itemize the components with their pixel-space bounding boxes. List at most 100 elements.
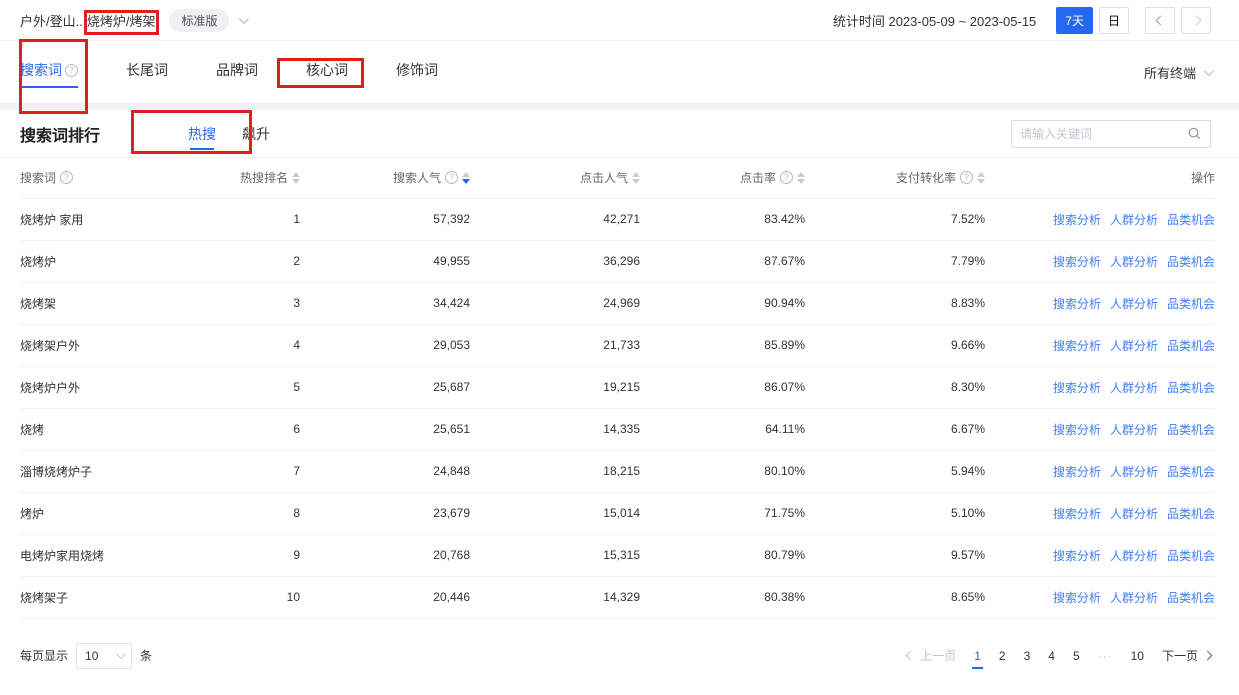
tab-长尾词[interactable]: 长尾词	[126, 42, 168, 102]
page-size-select[interactable]: 10	[76, 643, 132, 669]
next-period-button[interactable]	[1181, 7, 1211, 34]
cell-ctr: 83.42%	[640, 198, 805, 240]
cell-ctr: 87.67%	[640, 240, 805, 282]
subtab-飙升[interactable]: 飙升	[242, 112, 270, 156]
prev-page-label: 上一页	[920, 647, 956, 664]
action-link[interactable]: 品类机会	[1167, 423, 1215, 437]
chevron-down-icon[interactable]	[239, 14, 249, 24]
action-link[interactable]: 品类机会	[1167, 507, 1215, 521]
word-type-tabbar: 搜索词 长尾词 品牌词 核心词 修饰词 所有终端	[0, 41, 1239, 104]
action-link[interactable]: 人群分析	[1110, 465, 1158, 479]
action-link[interactable]: 搜索分析	[1053, 297, 1101, 311]
action-link[interactable]: 搜索分析	[1053, 507, 1101, 521]
action-link[interactable]: 品类机会	[1167, 591, 1215, 605]
help-icon	[65, 64, 78, 77]
page-number[interactable]: 2	[999, 649, 1006, 663]
tab-修饰词[interactable]: 修饰词	[396, 42, 438, 102]
cell-rank: 3	[205, 282, 300, 324]
action-link[interactable]: 搜索分析	[1053, 591, 1101, 605]
search-icon[interactable]	[1187, 126, 1202, 141]
section-header: 搜索词排行 热搜飙升	[0, 110, 1239, 158]
action-link[interactable]: 人群分析	[1110, 549, 1158, 563]
action-link[interactable]: 品类机会	[1167, 297, 1215, 311]
sort-icon[interactable]	[797, 172, 805, 184]
page-number[interactable]: 3	[1024, 649, 1031, 663]
cell-rank: 10	[205, 576, 300, 618]
action-link[interactable]: 品类机会	[1167, 549, 1215, 563]
subtab-热搜[interactable]: 热搜	[188, 112, 216, 156]
action-link[interactable]: 搜索分析	[1053, 339, 1101, 353]
page-number[interactable]: 4	[1048, 649, 1055, 663]
cell-cvr: 9.57%	[805, 534, 985, 576]
keyword-search-input[interactable]	[1020, 127, 1187, 141]
breadcrumb-prefix[interactable]: 户外/登山..	[20, 11, 83, 30]
breadcrumb: 户外/登山.. 烧烤炉/烤架	[20, 9, 159, 32]
action-link[interactable]: 人群分析	[1110, 423, 1158, 437]
cell-rank: 2	[205, 240, 300, 282]
action-link[interactable]: 品类机会	[1167, 381, 1215, 395]
table-row: 淄博烧烤炉子724,84818,21580.10%5.94%搜索分析人群分析品类…	[20, 450, 1215, 492]
sort-desc-caret	[797, 179, 805, 184]
table-row: 烧烤架子1020,44614,32980.38%8.65%搜索分析人群分析品类机…	[20, 576, 1215, 618]
action-link[interactable]: 搜索分析	[1053, 381, 1101, 395]
prev-page-button[interactable]: 上一页	[907, 647, 956, 664]
sort-asc-caret	[462, 172, 470, 177]
action-link[interactable]: 搜索分析	[1053, 465, 1101, 479]
keyword-search-box	[1011, 120, 1211, 148]
action-link[interactable]: 品类机会	[1167, 213, 1215, 227]
terminal-filter[interactable]: 所有终端	[1144, 63, 1211, 82]
cell-keyword: 烤炉	[20, 492, 205, 534]
action-link[interactable]: 人群分析	[1110, 591, 1158, 605]
action-link[interactable]: 人群分析	[1110, 381, 1158, 395]
cell-click_pop: 21,733	[470, 324, 640, 366]
sort-icon[interactable]	[292, 172, 300, 184]
next-page-button[interactable]: 下一页	[1162, 647, 1211, 664]
cell-click_pop: 36,296	[470, 240, 640, 282]
action-link[interactable]: 搜索分析	[1053, 423, 1101, 437]
sort-desc-caret	[632, 179, 640, 184]
range-day-button[interactable]: 日	[1099, 7, 1129, 34]
next-page-label: 下一页	[1162, 647, 1198, 664]
breadcrumb-category[interactable]: 烧烤炉/烤架	[83, 9, 160, 32]
action-link[interactable]: 品类机会	[1167, 339, 1215, 353]
cell-search_pop: 20,768	[300, 534, 470, 576]
cell-rank: 5	[205, 366, 300, 408]
action-link[interactable]: 搜索分析	[1053, 255, 1101, 269]
page-number[interactable]: 1	[974, 649, 981, 663]
tab-核心词[interactable]: 核心词	[306, 42, 348, 102]
table-row: 烧烤炉户外525,68719,21586.07%8.30%搜索分析人群分析品类机…	[20, 366, 1215, 408]
tab-label: 长尾词	[126, 60, 168, 80]
action-link[interactable]: 人群分析	[1110, 213, 1158, 227]
sort-icon[interactable]	[462, 172, 470, 184]
action-link[interactable]: 人群分析	[1110, 255, 1158, 269]
cell-keyword: 淄博烧烤炉子	[20, 450, 205, 492]
cell-cvr: 5.10%	[805, 492, 985, 534]
page-number[interactable]: 5	[1073, 649, 1080, 663]
action-link[interactable]: 品类机会	[1167, 255, 1215, 269]
tab-搜索词[interactable]: 搜索词	[20, 42, 78, 102]
cell-ctr: 86.07%	[640, 366, 805, 408]
help-icon	[960, 171, 973, 184]
cell-click_pop: 15,315	[470, 534, 640, 576]
cell-keyword: 烧烤炉 家用	[20, 198, 205, 240]
cell-search_pop: 25,651	[300, 408, 470, 450]
cell-ctr: 64.11%	[640, 408, 805, 450]
action-link[interactable]: 人群分析	[1110, 507, 1158, 521]
cell-cvr: 7.79%	[805, 240, 985, 282]
action-link[interactable]: 人群分析	[1110, 297, 1158, 311]
sort-icon[interactable]	[977, 172, 985, 184]
range-7d-button[interactable]: 7天	[1056, 7, 1093, 34]
page-number[interactable]: 10	[1131, 649, 1144, 663]
page-size-control: 每页显示 10 条	[20, 643, 152, 669]
tab-品牌词[interactable]: 品牌词	[216, 42, 258, 102]
action-link[interactable]: 搜索分析	[1053, 213, 1101, 227]
action-link[interactable]: 品类机会	[1167, 465, 1215, 479]
sort-icon[interactable]	[632, 172, 640, 184]
column-label: 支付转化率	[896, 169, 956, 186]
column-label: 搜索人气	[393, 169, 441, 186]
prev-period-button[interactable]	[1145, 7, 1175, 34]
row-actions: 搜索分析人群分析品类机会	[985, 534, 1215, 576]
chevron-right-icon	[1203, 651, 1213, 661]
action-link[interactable]: 人群分析	[1110, 339, 1158, 353]
action-link[interactable]: 搜索分析	[1053, 549, 1101, 563]
